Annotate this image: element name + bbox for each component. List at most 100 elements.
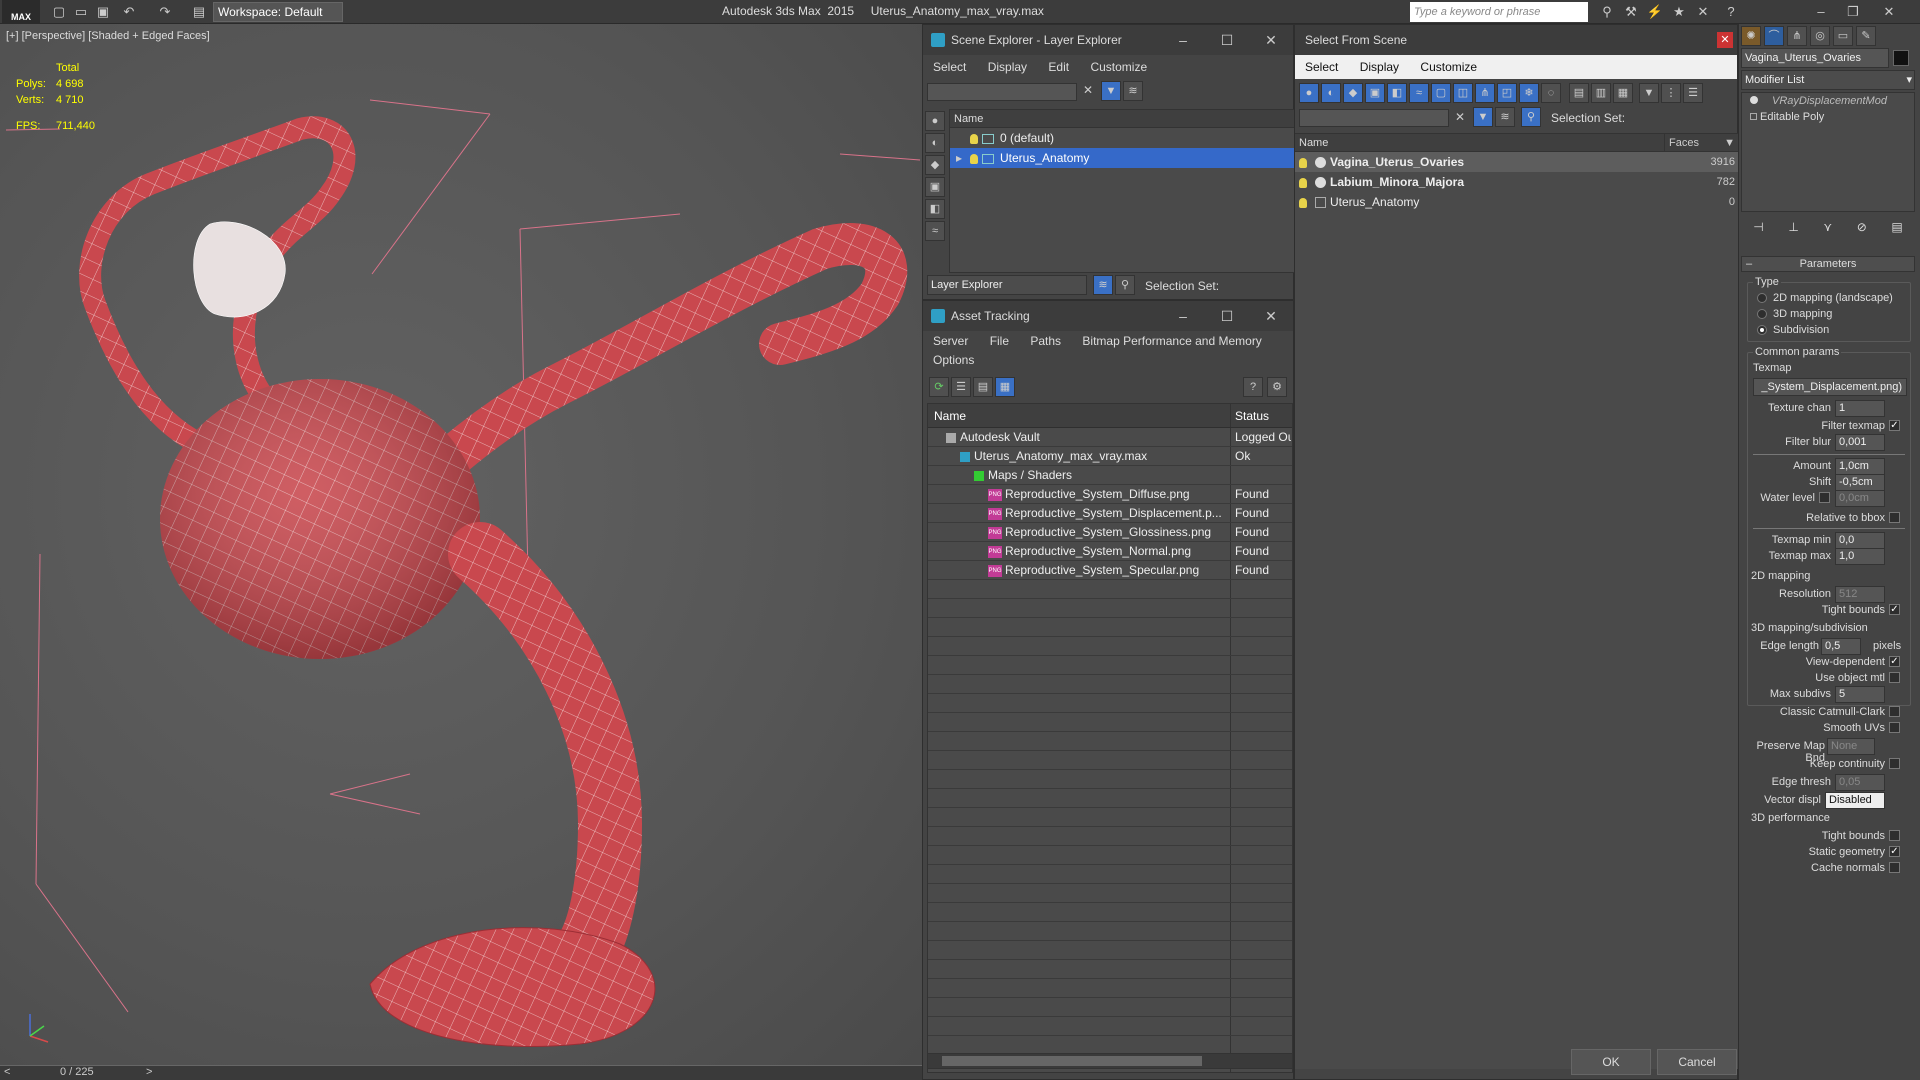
uterus-model[interactable] [0, 24, 922, 1065]
column-faces[interactable]: Faces ▼ [1665, 134, 1739, 151]
hierarchy-icon[interactable]: ⋮ [1661, 83, 1681, 103]
select-all-icon[interactable]: ▤ [1569, 83, 1589, 103]
asset-row[interactable]: PNG Reproductive_System_Normal.png Found [928, 542, 1292, 561]
make-unique-icon[interactable]: ⋎ [1823, 220, 1832, 240]
light-bulb-icon[interactable] [970, 133, 978, 144]
close-icon[interactable]: ✕ [1880, 3, 1898, 21]
resolution-spinner[interactable]: 512 [1835, 586, 1885, 603]
modify-tab-icon[interactable]: ⌒ [1764, 26, 1784, 46]
tight-bounds-checkbox[interactable]: ✓ [1889, 604, 1900, 615]
texmap-max-spinner[interactable]: 1,0 [1835, 548, 1885, 565]
table-view-icon[interactable]: ▦ [995, 377, 1015, 397]
layer-row-default[interactable]: 0 (default) [950, 128, 1294, 148]
maximize-icon[interactable]: ☐ [1205, 301, 1249, 331]
shift-spinner[interactable]: -0,5cm [1835, 474, 1885, 491]
asset-row[interactable]: PNG Reproductive_System_Displacement.p...… [928, 504, 1292, 523]
new-file-icon[interactable]: ▢ [50, 3, 68, 21]
relative-bbox-checkbox[interactable] [1889, 512, 1900, 523]
create-tab-icon[interactable]: ✺ [1741, 26, 1761, 46]
asset-row[interactable]: PNG Reproductive_System_Specular.png Found [928, 561, 1292, 580]
modifier-list-dropdown[interactable]: Modifier List ▾ [1741, 70, 1915, 90]
help-icon[interactable]: ? [1722, 3, 1740, 21]
display-tab-icon[interactable]: ▭ [1833, 26, 1853, 46]
save-icon[interactable]: ▣ [94, 3, 112, 21]
menu-customize[interactable]: Customize [1090, 60, 1147, 74]
collapse-rollout-icon[interactable]: – [1746, 257, 1752, 271]
filter-blur-spinner[interactable]: 0,001 [1835, 434, 1885, 451]
expand-arrow-icon[interactable]: ▸ [956, 148, 962, 168]
filter-groups-icon[interactable]: ▢ [1431, 83, 1451, 103]
cancel-button[interactable]: Cancel [1657, 1049, 1737, 1075]
object-row[interactable]: Uterus_Anatomy 0 [1295, 192, 1739, 212]
asset-row[interactable]: PNG Reproductive_System_Diffuse.png Found [928, 485, 1292, 504]
display-helpers-icon[interactable]: ◧ [925, 199, 945, 219]
horizontal-scrollbar[interactable] [927, 1053, 1293, 1069]
edge-thresh-spinner[interactable]: 0,05 [1835, 774, 1885, 791]
type-option[interactable]: 2D mapping (landscape) [1757, 290, 1893, 306]
workspace-dropdown[interactable]: Workspace: Default [213, 2, 343, 22]
menu-customize[interactable]: Customize [1420, 60, 1477, 74]
time-slider[interactable]: < 0 / 225 > [0, 1065, 922, 1080]
filter-geometry-icon[interactable]: ● [1299, 83, 1319, 103]
menu-edit[interactable]: Edit [1048, 60, 1069, 74]
stack-item-editable-poly[interactable]: Editable Poly [1742, 109, 1914, 125]
vector-displ-dropdown[interactable]: Disabled [1825, 792, 1885, 809]
amount-spinner[interactable]: 1,0cm [1835, 458, 1885, 475]
remove-modifier-icon[interactable]: ⊘ [1857, 220, 1867, 240]
tree-column-name[interactable]: Name [950, 110, 1294, 128]
display-children-icon[interactable]: ≋ [1495, 107, 1515, 127]
filter-shapes-icon[interactable]: ◐ [1321, 83, 1341, 103]
asset-row[interactable]: Uterus_Anatomy_max_vray.max Ok [928, 447, 1292, 466]
undo-icon[interactable]: ↶ [120, 3, 138, 21]
radio-button[interactable] [1757, 293, 1767, 303]
select-invert-icon[interactable]: ▦ [1613, 83, 1633, 103]
next-frame-icon[interactable]: > [146, 1066, 152, 1078]
close-icon[interactable]: ✕ [1249, 301, 1293, 331]
close-icon[interactable]: ✕ [1717, 32, 1733, 48]
pin-stack-icon[interactable]: ⊣ [1753, 220, 1763, 240]
ok-button[interactable]: OK [1571, 1049, 1651, 1075]
tree-view-icon[interactable]: ▤ [973, 377, 993, 397]
asset-row[interactable]: Autodesk Vault Logged Ou [928, 428, 1292, 447]
water-level-spinner[interactable]: 0,0cm [1835, 490, 1885, 507]
type-option[interactable]: 3D mapping [1757, 306, 1893, 322]
display-spacewarps-icon[interactable]: ≈ [925, 221, 945, 241]
filter-bones-icon[interactable]: ⋔ [1475, 83, 1495, 103]
filter-xrefs-icon[interactable]: ◫ [1453, 83, 1473, 103]
light-bulb-icon[interactable] [970, 153, 978, 164]
layer-explorer-icon[interactable]: ≋ [1093, 275, 1113, 295]
perf-tight-bounds-checkbox[interactable] [1889, 830, 1900, 841]
scrollbar-thumb[interactable] [942, 1056, 1202, 1066]
max-subdivs-spinner[interactable]: 5 [1835, 686, 1885, 703]
motion-tab-icon[interactable]: ◎ [1810, 26, 1830, 46]
display-cameras-icon[interactable]: ▣ [925, 177, 945, 197]
select-none-icon[interactable]: ▥ [1591, 83, 1611, 103]
use-object-mtl-checkbox[interactable] [1889, 672, 1900, 683]
hierarchy-icon[interactable]: ⚲ [1115, 275, 1135, 295]
water-level-checkbox[interactable] [1819, 492, 1830, 503]
clear-search-icon[interactable]: ✕ [1455, 110, 1465, 124]
menu-server[interactable]: Server [933, 334, 968, 348]
help-icon[interactable]: ? [1243, 377, 1263, 397]
keep-continuity-checkbox[interactable] [1889, 758, 1900, 769]
object-color-swatch[interactable] [1893, 50, 1909, 66]
static-geometry-checkbox[interactable]: ✓ [1889, 846, 1900, 857]
display-shapes-icon[interactable]: ◐ [925, 133, 945, 153]
minimize-icon[interactable]: – [1812, 3, 1830, 21]
maximize-icon[interactable]: ☐ [1205, 25, 1249, 55]
clear-search-icon[interactable]: ✕ [1083, 83, 1093, 97]
asset-row[interactable]: PNG Reproductive_System_Glossiness.png Fou… [928, 523, 1292, 542]
smooth-uvs-checkbox[interactable] [1889, 722, 1900, 733]
display-lights-icon[interactable]: ◆ [925, 155, 945, 175]
explorer-type-dropdown[interactable]: Layer Explorer [927, 275, 1087, 295]
menu-file[interactable]: File [990, 334, 1009, 348]
scene-search-input[interactable] [927, 83, 1077, 101]
texmap-button[interactable]: _System_Displacement.png) [1753, 378, 1907, 396]
object-row[interactable]: Labium_Minora_Majora 782 [1295, 172, 1739, 192]
column-name[interactable]: Name [1295, 134, 1665, 151]
sort-arrow-icon[interactable]: ▼ [1724, 134, 1735, 152]
binoculars-icon[interactable]: ⚲ [1598, 3, 1616, 21]
type-option[interactable]: Subdivision [1757, 322, 1893, 338]
utilities-tab-icon[interactable]: ✎ [1856, 26, 1876, 46]
radio-button[interactable] [1757, 309, 1767, 319]
